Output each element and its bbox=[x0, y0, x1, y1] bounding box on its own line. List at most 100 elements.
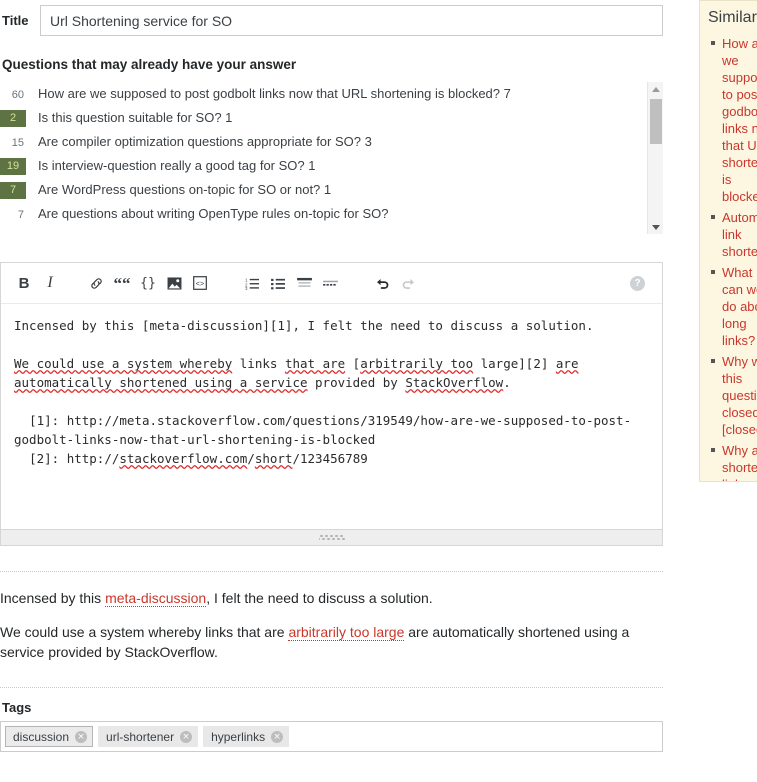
editor-line-2a: We could use a system whereby bbox=[14, 356, 233, 371]
similar-question-title[interactable]: Are questions about writing OpenType rul… bbox=[38, 202, 388, 226]
similar-question-title[interactable]: How are we supposed to post godbolt link… bbox=[38, 82, 511, 106]
similar-question-item[interactable]: 7 Are questions about writing OpenType ru… bbox=[0, 202, 645, 226]
redo-icon[interactable] bbox=[395, 270, 421, 296]
vote-badge-answered: 2 bbox=[0, 109, 26, 127]
similar-question-title[interactable]: Are compiler optimization questions appr… bbox=[38, 130, 372, 154]
similar-question-item[interactable]: 2 Is this question suitable for SO? 1 bbox=[0, 106, 645, 130]
editor-line-1: Incensed by this [meta-discussion][1], I… bbox=[14, 318, 594, 333]
similar-questions-list-container: 60 How are we supposed to post godbolt li… bbox=[0, 82, 663, 234]
similar-question-title[interactable]: Are WordPress questions on-topic for SO … bbox=[38, 178, 331, 202]
tag-chip[interactable]: url-shortener × bbox=[98, 726, 199, 747]
toolbar-group-lists: 123 bbox=[239, 270, 343, 296]
tag-chip[interactable]: hyperlinks × bbox=[203, 726, 290, 747]
similar-question-item[interactable]: 15 Are compiler optimization questions ap… bbox=[0, 130, 645, 154]
title-row: Title bbox=[0, 0, 676, 36]
markdown-editor: B I ““ {} <> 1 2 3 ? Incensed by this [m… bbox=[0, 262, 663, 546]
preview-p1-post: , I felt the need to discuss a solution. bbox=[206, 590, 433, 606]
heading-icon[interactable] bbox=[291, 270, 317, 296]
horizontal-rule-icon[interactable] bbox=[317, 270, 343, 296]
bulleted-list-icon[interactable] bbox=[265, 270, 291, 296]
svg-text:<>: <> bbox=[196, 281, 204, 289]
resize-grip-icon bbox=[318, 534, 345, 541]
editor-ref-2-post: /123456789 bbox=[292, 451, 368, 466]
markdown-preview: Incensed by this meta-discussion, I felt… bbox=[0, 572, 663, 662]
editor-ref-1: [1]: http://meta.stackoverflow.com/quest… bbox=[14, 413, 632, 447]
tag-remove-icon[interactable]: × bbox=[180, 730, 193, 743]
editor-line-2f: large][2] bbox=[473, 356, 556, 371]
editor-line-2g: are bbox=[555, 356, 579, 371]
bold-button[interactable]: B bbox=[11, 270, 37, 296]
tag-remove-icon[interactable]: × bbox=[75, 730, 88, 743]
editor-line-3b: provided by bbox=[307, 375, 406, 390]
tag-remove-icon[interactable]: × bbox=[271, 730, 284, 743]
post-question-page: Title Questions that may already have yo… bbox=[0, 0, 757, 782]
preview-divider-bottom bbox=[0, 687, 663, 688]
similar-questions-heading: Questions that may already have your ans… bbox=[2, 57, 297, 72]
editor-resize-handle[interactable] bbox=[1, 529, 662, 545]
svg-text:3: 3 bbox=[245, 286, 248, 290]
toolbar-group-format: B I bbox=[11, 270, 63, 296]
editor-line-2e: arbitrarily too bbox=[360, 356, 474, 371]
sidebar-question-item[interactable]: How are we supposed to post godbolt link… bbox=[711, 35, 757, 205]
markdown-textarea[interactable]: Incensed by this [meta-discussion][1], I… bbox=[1, 304, 662, 529]
help-icon[interactable]: ? bbox=[630, 275, 645, 291]
similar-question-title[interactable]: Is interview-question really a good tag … bbox=[38, 154, 315, 178]
editor-ref-2a: stackoverflow.com bbox=[119, 451, 248, 466]
similar-questions-scrollbar[interactable] bbox=[647, 82, 663, 234]
vote-count: 15 bbox=[11, 137, 24, 149]
code-block-icon[interactable]: <> bbox=[187, 270, 213, 296]
link-icon[interactable] bbox=[83, 270, 109, 296]
editor-ref-2b: short bbox=[254, 451, 293, 466]
preview-link-meta-discussion[interactable]: meta-discussion bbox=[105, 590, 207, 607]
title-label: Title bbox=[2, 13, 29, 28]
italic-button[interactable]: I bbox=[37, 270, 63, 296]
preview-link-arbitrarily-too-large[interactable]: arbitrarily too large bbox=[288, 624, 405, 641]
similar-question-item[interactable]: 60 How are we supposed to post godbolt li… bbox=[0, 82, 645, 106]
toolbar-group-insert: ““ {} <> bbox=[83, 269, 213, 297]
editor-line-3d: . bbox=[503, 375, 511, 390]
sidebar-question-item[interactable]: What can we do about long links? bbox=[711, 264, 757, 349]
sidebar-question-item[interactable]: Automatic link shortening bbox=[711, 209, 757, 260]
vote-count: 60 bbox=[11, 89, 24, 101]
editor-ref-2-pre: [2]: http:// bbox=[14, 451, 120, 466]
preview-paragraph-1: Incensed by this meta-discussion, I felt… bbox=[0, 588, 663, 608]
sidebar-question-item[interactable]: Why was this question closed? [closed] bbox=[711, 353, 757, 438]
editor-line-2b: links bbox=[232, 356, 285, 371]
editor-line-2c: that are bbox=[284, 356, 346, 371]
editor-ref-2-slash: / bbox=[247, 451, 255, 466]
scroll-down-arrow-icon[interactable] bbox=[648, 220, 663, 234]
undo-icon[interactable] bbox=[369, 270, 395, 296]
image-icon[interactable] bbox=[161, 270, 187, 296]
blockquote-icon[interactable]: ““ bbox=[109, 269, 135, 297]
vote-badge-answered: 7 bbox=[0, 181, 26, 199]
similar-questions-list: 60 How are we supposed to post godbolt li… bbox=[0, 82, 645, 226]
scrollbar-thumb[interactable] bbox=[650, 99, 662, 144]
tag-chip[interactable]: discussion × bbox=[5, 726, 94, 747]
inline-code-icon[interactable]: {} bbox=[135, 270, 161, 296]
sidebar-question-item[interactable]: Why are shortened links treated as spam? bbox=[711, 442, 757, 481]
editor-line-3a: automatically shortened using a service bbox=[14, 375, 308, 390]
numbered-list-icon[interactable]: 123 bbox=[239, 270, 265, 296]
tags-input[interactable]: discussion × url-shortener × hyperlinks × bbox=[0, 721, 663, 752]
tag-label: discussion bbox=[13, 729, 70, 744]
sidebar-question-list: How are we supposed to post godbolt link… bbox=[708, 35, 757, 481]
tag-label: url-shortener bbox=[106, 729, 175, 744]
sidebar-title: Similar Questions bbox=[708, 9, 757, 26]
tags-label: Tags bbox=[2, 700, 32, 715]
editor-toolbar: B I ““ {} <> 1 2 3 ? bbox=[1, 263, 662, 304]
vote-count: 7 bbox=[17, 209, 24, 221]
editor-line-3c: StackOverflow bbox=[405, 375, 504, 390]
tag-label: hyperlinks bbox=[211, 729, 266, 744]
preview-p1-pre: Incensed by this bbox=[0, 590, 106, 606]
toolbar-group-history bbox=[369, 270, 421, 296]
title-input[interactable] bbox=[40, 5, 663, 36]
similar-question-title[interactable]: Is this question suitable for SO? 1 bbox=[38, 106, 232, 130]
preview-paragraph-2: We could use a system whereby links that… bbox=[0, 622, 663, 662]
preview-p2-pre: We could use a system whereby links that… bbox=[0, 624, 289, 640]
editor-line-2d: [ bbox=[345, 356, 361, 371]
similar-question-item[interactable]: 7 Are WordPress questions on-topic for SO… bbox=[0, 178, 645, 202]
similar-question-item[interactable]: 19 Is interview-question really a good ta… bbox=[0, 154, 645, 178]
similar-questions-sidebar: Similar Questions How are we supposed to… bbox=[699, 0, 757, 482]
main-column: Title Questions that may already have yo… bbox=[0, 0, 676, 752]
scroll-up-arrow-icon[interactable] bbox=[648, 82, 663, 96]
